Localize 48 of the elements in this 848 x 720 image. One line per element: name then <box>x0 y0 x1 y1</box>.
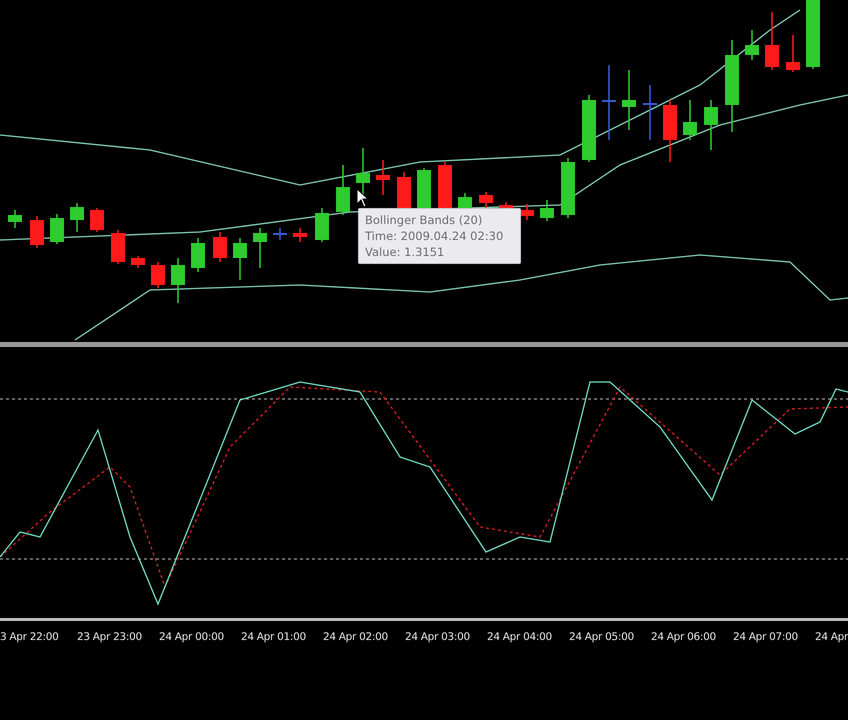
candlestick <box>663 100 677 162</box>
time-axis-label: 24 Apr 01:00 <box>241 631 307 643</box>
candlestick <box>704 100 718 150</box>
candlestick <box>70 203 84 232</box>
candlestick <box>293 228 307 242</box>
candlestick <box>50 214 64 244</box>
candlestick <box>273 228 287 240</box>
candlestick <box>30 216 44 248</box>
candlestick <box>253 228 267 268</box>
time-axis-label: 24 Apr <box>815 631 848 643</box>
candlestick <box>233 238 247 280</box>
mouse-pointer-icon <box>356 188 370 208</box>
tooltip-line: Value: 1.3151 <box>365 245 446 259</box>
time-axis-label: 24 Apr 07:00 <box>733 631 799 643</box>
candlestick <box>622 70 636 130</box>
candlestick <box>376 160 390 195</box>
candlestick <box>643 85 657 140</box>
candlestick <box>520 204 534 220</box>
time-axis-label: 24 Apr 05:00 <box>569 631 635 643</box>
candlestick <box>540 200 554 221</box>
candlestick <box>582 95 596 162</box>
candlestick <box>356 148 370 195</box>
candlestick <box>191 238 205 272</box>
candlestick <box>745 30 759 60</box>
time-axis-label: 24 Apr 02:00 <box>323 631 389 643</box>
candlestick <box>151 262 165 288</box>
candlestick <box>683 100 697 140</box>
candlestick <box>131 256 145 268</box>
candlestick <box>786 35 800 72</box>
candlestick <box>336 165 350 215</box>
candlestick <box>90 208 104 232</box>
time-axis-label: 23 Apr 23:00 <box>77 631 143 643</box>
time-axis-label: 24 Apr 04:00 <box>487 631 553 643</box>
candlestick <box>561 158 575 218</box>
candlestick <box>479 192 493 208</box>
candlestick <box>315 208 329 242</box>
candlestick <box>213 232 227 262</box>
time-axis-label: 24 Apr 06:00 <box>651 631 717 643</box>
candlestick <box>171 258 185 303</box>
candlestick <box>8 210 22 228</box>
time-axis-label: 3 Apr 22:00 <box>0 631 60 643</box>
candlestick <box>806 0 820 69</box>
tooltip-line: Time: 2009.04.24 02:30 <box>365 229 504 243</box>
candlestick <box>765 12 779 70</box>
candlestick <box>111 230 125 264</box>
tooltip-title: Bollinger Bands (20) <box>365 213 484 227</box>
time-axis-label: 24 Apr 00:00 <box>159 631 225 643</box>
time-axis-label: 24 Apr 03:00 <box>405 631 471 643</box>
